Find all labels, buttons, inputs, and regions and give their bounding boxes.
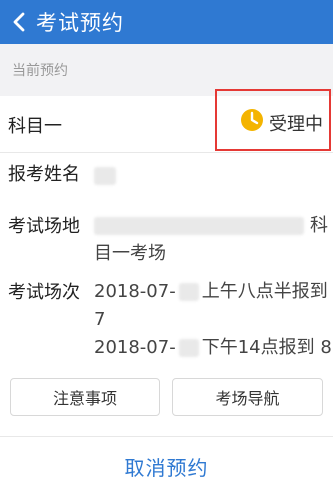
session-label: 考试场次 bbox=[8, 282, 80, 303]
action-buttons: 注意事项 考场导航 bbox=[0, 378, 333, 420]
session-1-prefix: 2018-07- bbox=[94, 281, 176, 302]
venue-label: 考试场地 bbox=[8, 216, 80, 237]
venue-line-2: 目一考场 bbox=[94, 243, 166, 264]
redacted-name bbox=[94, 166, 116, 185]
clock-icon bbox=[240, 108, 264, 132]
subject-label: 科目一 bbox=[8, 116, 62, 137]
redacted-session-2-date bbox=[178, 339, 199, 357]
section-label: 当前预约 bbox=[12, 63, 68, 79]
cancel-divider bbox=[0, 436, 333, 437]
appointment-card: 科目一 受理中 报考姓名 考试场地 科 目一考场 考试场次 2018-07- 上… bbox=[0, 89, 333, 490]
session-value: 2018-07- 上午八点半报到 7 2018-07- 下午14点报到 8 bbox=[94, 278, 333, 362]
session-2-prefix: 2018-07- bbox=[94, 337, 176, 358]
venue-line-1-suffix: 科 bbox=[310, 215, 328, 236]
name-label: 报考姓名 bbox=[8, 164, 80, 185]
venue-value: 科 目一考场 bbox=[94, 212, 333, 268]
row-divider bbox=[0, 152, 333, 153]
venue-navigation-button[interactable]: 考场导航 bbox=[172, 378, 323, 416]
back-icon[interactable] bbox=[6, 0, 32, 44]
session-1-suffix: 上午八点半报到 bbox=[201, 281, 328, 302]
redacted-session-1-date bbox=[178, 283, 199, 301]
notice-button[interactable]: 注意事项 bbox=[10, 378, 160, 416]
status-block: 受理中 bbox=[215, 89, 333, 162]
page-title: 考试预约 bbox=[36, 11, 124, 35]
name-value bbox=[94, 160, 333, 188]
subject-row: 科目一 受理中 bbox=[0, 89, 333, 152]
status-text: 受理中 bbox=[269, 114, 323, 135]
session-1-line-2: 7 bbox=[94, 309, 106, 330]
session-2-suffix: 下午14点报到 8 bbox=[201, 337, 332, 358]
cancel-appointment-button[interactable]: 取消预约 bbox=[0, 446, 333, 486]
redacted-venue bbox=[94, 217, 304, 235]
app-header: 考试预约 bbox=[0, 0, 333, 44]
